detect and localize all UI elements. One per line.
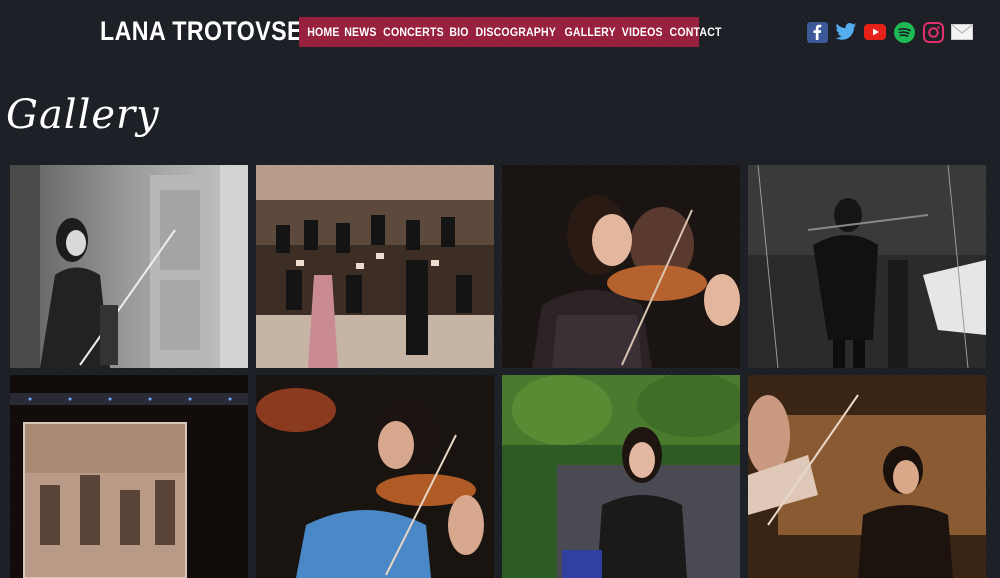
main-nav: HOME NEWS CONCERTS BIO DISCOGRAPHY GALLE… (299, 17, 721, 47)
facebook-icon[interactable] (806, 21, 828, 43)
nav-videos[interactable]: VIDEOS (622, 25, 663, 39)
gallery-photo[interactable] (502, 165, 740, 368)
gallery-photo[interactable] (502, 375, 740, 578)
youtube-icon[interactable] (864, 21, 886, 43)
nav-concerts[interactable]: CONCERTS (383, 25, 444, 39)
page-title: Gallery (6, 92, 160, 138)
mail-icon[interactable] (951, 21, 973, 43)
gallery-photo[interactable] (10, 165, 248, 368)
nav-contact[interactable]: CONTACT (669, 25, 721, 39)
gallery-photo[interactable] (256, 165, 494, 368)
nav-discography[interactable]: DISCOGRAPHY (475, 25, 556, 39)
gallery-photo[interactable] (10, 375, 248, 578)
photo-grid (10, 165, 986, 578)
nav-home[interactable]: HOME (307, 25, 339, 39)
nav-gallery[interactable]: GALLERY (565, 25, 616, 39)
gallery-photo[interactable] (748, 165, 986, 368)
nav-bio[interactable]: BIO (449, 25, 468, 39)
nav-news[interactable]: NEWS (344, 25, 376, 39)
social-links (806, 21, 973, 43)
gallery-photo[interactable] (748, 375, 986, 578)
gallery-photo[interactable] (256, 375, 494, 578)
instagram-icon[interactable] (922, 21, 944, 43)
spotify-icon[interactable] (893, 21, 915, 43)
site-title[interactable]: LANA TROTOVSEK (100, 14, 320, 48)
twitter-icon[interactable] (835, 21, 857, 43)
